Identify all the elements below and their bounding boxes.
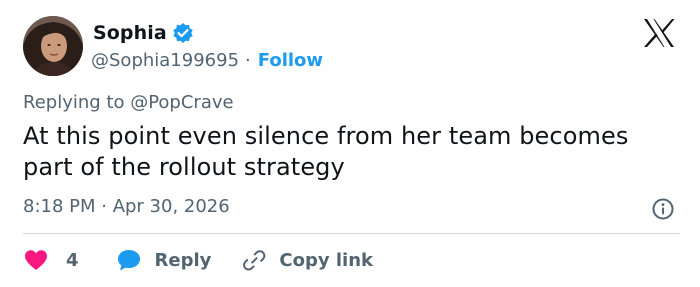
author-name-row: Sophia [93,20,194,46]
follow-button[interactable]: Follow [258,50,323,71]
reply-button[interactable]: Reply [116,248,212,272]
speech-bubble-icon [116,248,142,272]
display-name[interactable]: Sophia [93,22,167,44]
link-icon [241,248,267,272]
like-count: 4 [66,249,79,271]
tweet-text: At this point even silence from her team… [23,122,629,181]
tweet-timestamp[interactable]: 8:18 PM · Apr 30, 2026 [23,196,230,217]
replying-to[interactable]: Replying to @PopCrave [23,92,234,113]
author-handle[interactable]: @Sophia199695 [91,50,239,71]
info-icon[interactable] [651,197,675,221]
author-handle-row: @Sophia199695 · Follow [91,47,323,73]
x-logo-icon[interactable] [642,18,676,48]
like-button[interactable]: 4 [23,248,79,272]
copy-link-button[interactable]: Copy link [241,248,373,272]
avatar[interactable] [23,16,83,76]
divider [23,233,680,234]
verified-badge-icon [172,22,194,44]
heart-icon [23,248,49,272]
action-bar: 4 Reply Copy link [23,246,373,274]
handle-separator: · [245,49,251,71]
copy-link-label: Copy link [279,249,373,271]
reply-label: Reply [154,249,212,271]
